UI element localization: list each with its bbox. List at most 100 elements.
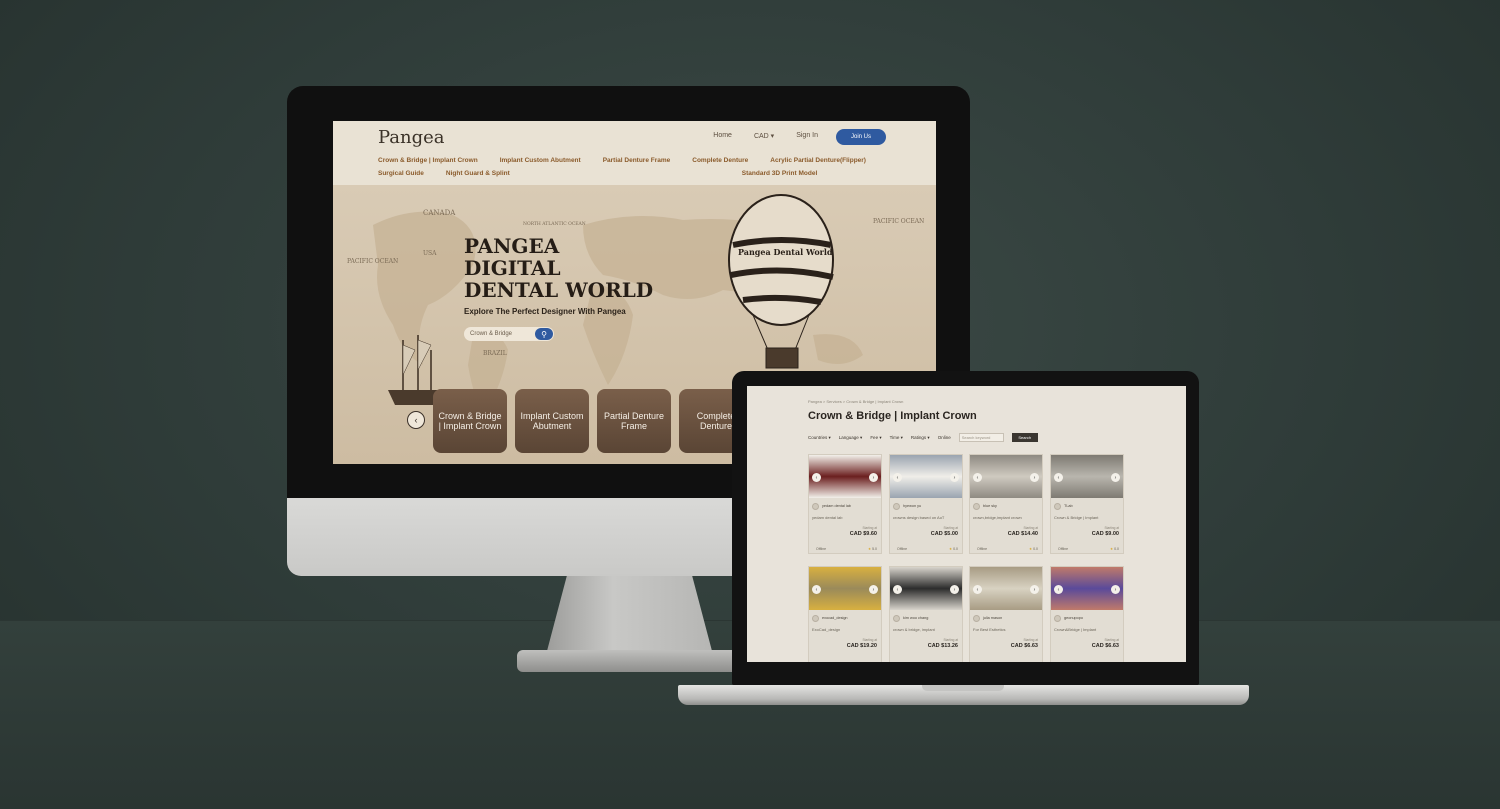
product-description: crown & bridge, implant — [893, 627, 935, 632]
filter-countries[interactable]: Countries ▾ — [808, 435, 831, 441]
imac-foot — [517, 650, 742, 672]
starting-at-label: Starting at — [1023, 526, 1038, 530]
product-card[interactable]: ‹ › kim woo chang crown & bridge, implant St… — [889, 566, 963, 662]
star-icon: ★ — [1029, 547, 1033, 551]
hero-category-card[interactable]: Crown & Bridge | Implant Crown — [433, 389, 507, 453]
thumb-prev-icon[interactable]: ‹ — [973, 473, 982, 482]
rating-value: 0.0 — [953, 547, 958, 551]
product-card[interactable]: ‹ › hyewon yu crowns design based on AoT Sta… — [889, 454, 963, 554]
filter-ratings[interactable]: Ratings ▾ — [911, 435, 930, 441]
product-description: crown,bridge,implant crown — [973, 515, 1022, 520]
status-badge: Offline — [897, 547, 908, 551]
seller-name[interactable]: hyewon yu — [903, 504, 921, 508]
avatar — [973, 503, 980, 510]
starting-at-label: Starting at — [862, 526, 877, 530]
category-link[interactable]: Complete Denture — [692, 157, 748, 164]
search-button[interactable]: Search — [1011, 433, 1038, 442]
seller-name[interactable]: TLab — [1064, 504, 1073, 508]
avatar — [1054, 615, 1061, 622]
filter-time[interactable]: Time ▾ — [890, 435, 903, 441]
avatar — [1054, 503, 1061, 510]
hero-category-card[interactable]: Partial Denture Frame — [597, 389, 671, 453]
product-price: CAD $19.20 — [846, 643, 877, 649]
filter-language[interactable]: Language ▾ — [839, 435, 863, 441]
carousel-prev-icon[interactable]: ‹ — [407, 411, 425, 429]
seller-name[interactable]: geonupopo — [1064, 616, 1083, 620]
product-description: crowns design based on AoT — [893, 515, 945, 520]
thumb-next-icon[interactable]: › — [1030, 585, 1039, 594]
thumb-next-icon[interactable]: › — [1111, 473, 1120, 482]
hero-category-card[interactable]: Implant Custom Abutment — [515, 389, 589, 453]
seller-name[interactable]: yedam dental lab — [822, 504, 851, 508]
thumb-prev-icon[interactable]: ‹ — [1054, 473, 1063, 482]
thumb-next-icon[interactable]: › — [1030, 473, 1039, 482]
avatar — [812, 503, 819, 510]
thumb-prev-icon[interactable]: ‹ — [893, 473, 902, 482]
map-label: NORTH ATLANTIC OCEAN — [523, 221, 586, 227]
breadcrumb[interactable]: Pangea > Services > Crown & Bridge | Imp… — [808, 399, 903, 404]
nav-home[interactable]: Home — [713, 132, 732, 140]
hero-subtitle: Explore The Perfect Designer With Pangea — [464, 307, 626, 316]
map-label: PACIFIC OCEAN — [873, 218, 924, 225]
category-link[interactable]: Partial Denture Frame — [603, 157, 671, 164]
thumb-next-icon[interactable]: › — [869, 473, 878, 482]
starting-at-label: Starting at — [1104, 638, 1119, 642]
product-description: yedam dental lab — [812, 515, 843, 520]
category-link[interactable]: Night Guard & Splint — [446, 170, 510, 177]
nav-sign-in[interactable]: Sign In — [796, 132, 818, 140]
thumb-next-icon[interactable]: › — [950, 585, 959, 594]
avatar — [893, 615, 900, 622]
thumb-prev-icon[interactable]: ‹ — [973, 585, 982, 594]
map-label: CANADA — [423, 209, 456, 217]
starting-at-label: Starting at — [862, 638, 877, 642]
site-logo[interactable]: Pangea — [378, 127, 445, 148]
rating-value: 0.0 — [1114, 547, 1119, 551]
product-price: CAD $6.63 — [1010, 643, 1038, 649]
product-card[interactable]: ‹ › TLab Crown & Bridge | Implant Starting a… — [1050, 454, 1124, 554]
starting-at-label: Starting at — [1104, 526, 1119, 530]
product-card[interactable]: ‹ › yedam dental lab yedam dental lab Starti… — [808, 454, 882, 554]
status-badge: Offline — [816, 547, 827, 551]
category-link[interactable]: Acrylic Partial Denture(Flipper) — [770, 157, 866, 164]
imac-stand — [547, 576, 712, 651]
thumb-prev-icon[interactable]: ‹ — [893, 585, 902, 594]
category-link[interactable]: Implant Custom Abutment — [500, 157, 581, 164]
hero-title-line: DENTAL WORLD — [464, 278, 654, 302]
seller-name[interactable]: blue sky — [983, 504, 997, 508]
seller-name[interactable]: julia mason — [983, 616, 1002, 620]
product-price: CAD $14.40 — [1007, 531, 1038, 537]
product-card[interactable]: ‹ › geonupopo Crown&Bridge | Implant Startin… — [1050, 566, 1124, 662]
thumb-prev-icon[interactable]: ‹ — [1054, 585, 1063, 594]
thumb-next-icon[interactable]: › — [950, 473, 959, 482]
filter-fee[interactable]: Fee ▾ — [870, 435, 881, 441]
product-card[interactable]: ‹ › blue sky crown,bridge,implant crown Star… — [969, 454, 1043, 554]
seller-name[interactable]: kim woo chang — [903, 616, 928, 620]
product-card[interactable]: ‹ › julia mason For Best Esthetics Starting … — [969, 566, 1043, 662]
thumb-next-icon[interactable]: › — [1111, 585, 1120, 594]
search-icon[interactable]: ⚲ — [535, 328, 553, 340]
thumb-prev-icon[interactable]: ‹ — [812, 585, 821, 594]
status-badge: Offline — [977, 547, 988, 551]
category-link[interactable]: Crown & Bridge | Implant Crown — [378, 157, 478, 164]
product-description: Crown&Bridge | Implant — [1054, 627, 1097, 632]
thumb-next-icon[interactable]: › — [869, 585, 878, 594]
star-icon: ★ — [868, 547, 872, 551]
thumb-prev-icon[interactable]: ‹ — [812, 473, 821, 482]
filter-online[interactable]: Online — [938, 435, 951, 440]
laptop-site: Pangea > Services > Crown & Bridge | Imp… — [747, 386, 1186, 662]
keyword-search-input[interactable]: Search keyword — [958, 433, 1004, 442]
starting-at-label: Starting at — [943, 526, 958, 530]
product-card[interactable]: ‹ › exocad_design ExoCad_design Starting at C… — [808, 566, 882, 662]
product-price: CAD $9.00 — [1091, 531, 1119, 537]
category-link[interactable]: Standard 3D Print Model — [742, 170, 817, 177]
join-us-button[interactable]: Join Us — [836, 129, 886, 145]
status-badge: Offline — [1058, 547, 1069, 551]
seller-name[interactable]: exocad_design — [822, 616, 848, 620]
star-icon: ★ — [949, 547, 953, 551]
page-title: Crown & Bridge | Implant Crown — [808, 410, 977, 422]
starting-at-label: Starting at — [943, 638, 958, 642]
product-description: ExoCad_design — [812, 627, 841, 632]
category-link[interactable]: Surgical Guide — [378, 170, 424, 177]
product-price: CAD $5.00 — [930, 531, 958, 537]
nav-cad-dropdown[interactable]: CAD ▾ — [754, 132, 774, 140]
